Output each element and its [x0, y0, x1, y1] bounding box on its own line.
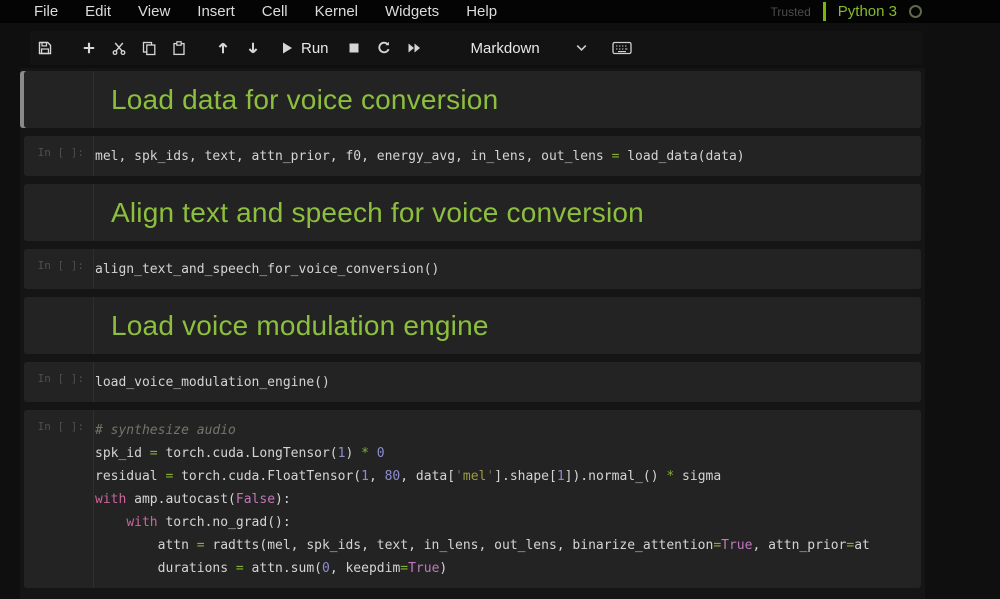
code-line: # synthesize audio	[95, 419, 870, 442]
restart-icon	[376, 40, 392, 56]
markdown-cell[interactable]: Load voice modulation engine	[24, 297, 921, 354]
cell-type-dropdown[interactable]: Markdown	[465, 37, 593, 60]
code-line: mel, spk_ids, text, attn_prior, f0, ener…	[95, 145, 745, 168]
menu-item-cell[interactable]: Cell	[262, 3, 288, 20]
markdown-heading: Align text and speech for voice conversi…	[111, 199, 644, 227]
save-button[interactable]	[30, 35, 60, 61]
interrupt-kernel-button[interactable]	[339, 35, 369, 61]
code-cell[interactable]: In [ ]:mel, spk_ids, text, attn_prior, f…	[24, 136, 921, 176]
kernel-indicator-area: Trusted Python 3	[771, 0, 922, 23]
menu-item-view[interactable]: View	[138, 3, 170, 20]
copy-icon	[141, 40, 157, 56]
code-line: spk_id = torch.cuda.LongTensor(1) * 0	[95, 442, 870, 465]
code-line: with torch.no_grad():	[95, 511, 870, 534]
restart-kernel-button[interactable]	[369, 35, 399, 61]
code-line: load_voice_modulation_engine()	[95, 371, 330, 394]
menu-item-edit[interactable]: Edit	[85, 3, 111, 20]
cell-type-value: Markdown	[471, 40, 540, 57]
move-down-icon	[245, 40, 261, 56]
cell-prompt	[24, 184, 94, 241]
run-icon	[280, 41, 294, 55]
kernel-status-icon	[909, 5, 922, 18]
markdown-cell[interactable]: Align text and speech for voice conversi…	[24, 184, 921, 241]
cell-prompt: In [ ]:	[24, 136, 94, 176]
markdown-content: Load data for voice conversion	[94, 71, 498, 128]
code-content: load_voice_modulation_engine()	[94, 362, 330, 402]
kernel-name[interactable]: Python 3	[838, 3, 897, 20]
code-content: # synthesize audiospk_id = torch.cuda.Lo…	[94, 410, 870, 588]
menu-item-file[interactable]: File	[34, 3, 58, 20]
code-content: mel, spk_ids, text, attn_prior, f0, ener…	[94, 136, 745, 176]
cut-icon	[111, 40, 127, 56]
cell-prompt: In [ ]:	[24, 249, 94, 289]
fast-forward-icon	[406, 40, 422, 56]
run-button[interactable]: Run	[280, 40, 329, 57]
add-cell-button[interactable]	[74, 35, 104, 61]
menubar: File Edit View Insert Cell Kernel Widget…	[0, 0, 1000, 23]
notebook-toolbar: Run Markdown	[30, 31, 923, 65]
code-content: align_text_and_speech_for_voice_conversi…	[94, 249, 439, 289]
paste-icon	[171, 40, 187, 56]
trusted-badge: Trusted	[771, 5, 811, 19]
run-label: Run	[301, 40, 329, 57]
menu-item-widgets[interactable]: Widgets	[385, 3, 439, 20]
paste-cell-button[interactable]	[164, 35, 194, 61]
move-cell-up-button[interactable]	[208, 35, 238, 61]
cell-prompt: In [ ]:	[24, 362, 94, 402]
move-cell-down-button[interactable]	[238, 35, 268, 61]
command-palette-button[interactable]	[607, 35, 637, 61]
code-line: align_text_and_speech_for_voice_conversi…	[95, 258, 439, 281]
chevron-down-icon	[576, 44, 587, 52]
add-cell-icon	[81, 40, 97, 56]
copy-cell-button[interactable]	[134, 35, 164, 61]
code-cell[interactable]: In [ ]:# synthesize audiospk_id = torch.…	[24, 410, 921, 588]
cell-prompt	[24, 297, 94, 354]
code-line: residual = torch.cuda.FloatTensor(1, 80,…	[95, 465, 870, 488]
markdown-content: Load voice modulation engine	[94, 297, 489, 354]
move-up-icon	[215, 40, 231, 56]
code-line: attn = radtts(mel, spk_ids, text, in_len…	[95, 534, 870, 557]
menu-item-help[interactable]: Help	[466, 3, 497, 20]
save-icon	[37, 40, 53, 56]
markdown-heading: Load voice modulation engine	[111, 312, 489, 340]
code-line: with amp.autocast(False):	[95, 488, 870, 511]
markdown-heading: Load data for voice conversion	[111, 86, 498, 114]
markdown-content: Align text and speech for voice conversi…	[94, 184, 644, 241]
menu-item-kernel[interactable]: Kernel	[315, 3, 358, 20]
cell-prompt: In [ ]:	[24, 410, 94, 588]
cut-cell-button[interactable]	[104, 35, 134, 61]
code-cell[interactable]: In [ ]:align_text_and_speech_for_voice_c…	[24, 249, 921, 289]
notebook-area: Load data for voice conversionIn [ ]:mel…	[20, 68, 925, 599]
restart-run-all-button[interactable]	[399, 35, 429, 61]
markdown-cell[interactable]: Load data for voice conversion	[24, 71, 921, 128]
kernel-separator	[823, 2, 826, 21]
stop-icon	[347, 41, 361, 55]
menu-item-insert[interactable]: Insert	[197, 3, 235, 20]
cell-prompt	[24, 71, 94, 128]
code-cell[interactable]: In [ ]:load_voice_modulation_engine()	[24, 362, 921, 402]
keyboard-icon	[612, 41, 632, 55]
